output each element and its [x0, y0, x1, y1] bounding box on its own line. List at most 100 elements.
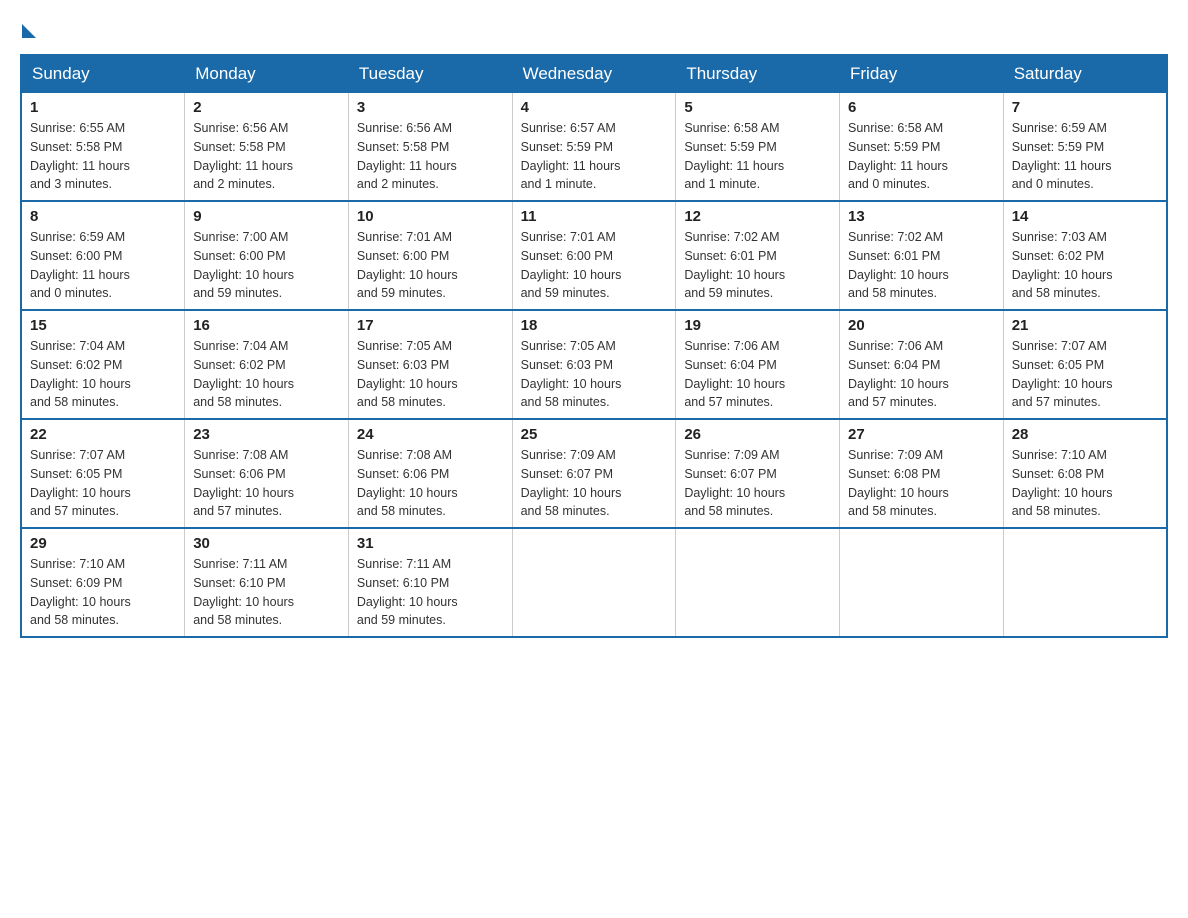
calendar-cell: 27 Sunrise: 7:09 AMSunset: 6:08 PMDayligh… — [840, 419, 1004, 528]
header-sunday: Sunday — [21, 55, 185, 93]
day-info: Sunrise: 7:07 AMSunset: 6:05 PMDaylight:… — [1012, 337, 1158, 412]
day-info: Sunrise: 7:05 AMSunset: 6:03 PMDaylight:… — [357, 337, 504, 412]
calendar-cell: 30Sunrise: 7:11 AMSunset: 6:10 PMDayligh… — [185, 528, 349, 637]
calendar-cell: 23 Sunrise: 7:08 AMSunset: 6:06 PMDayligh… — [185, 419, 349, 528]
calendar-cell: 13 Sunrise: 7:02 AMSunset: 6:01 PMDayligh… — [840, 201, 1004, 310]
calendar-cell: 25 Sunrise: 7:09 AMSunset: 6:07 PMDayligh… — [512, 419, 676, 528]
day-info: Sunrise: 6:58 AMSunset: 5:59 PMDaylight:… — [684, 119, 831, 194]
week-row-2: 8 Sunrise: 6:59 AMSunset: 6:00 PMDaylight… — [21, 201, 1167, 310]
day-number: 28 — [1012, 426, 1158, 443]
day-info: Sunrise: 7:09 AMSunset: 6:07 PMDaylight:… — [684, 446, 831, 521]
calendar-cell: 21 Sunrise: 7:07 AMSunset: 6:05 PMDayligh… — [1003, 310, 1167, 419]
day-info: Sunrise: 7:09 AMSunset: 6:07 PMDaylight:… — [521, 446, 668, 521]
day-info: Sunrise: 7:06 AMSunset: 6:04 PMDaylight:… — [848, 337, 995, 412]
page-header — [20, 20, 1168, 34]
day-info: Sunrise: 6:59 AMSunset: 6:00 PMDaylight:… — [30, 228, 176, 303]
calendar-body: 1 Sunrise: 6:55 AMSunset: 5:58 PMDaylight… — [21, 93, 1167, 638]
day-number: 13 — [848, 208, 995, 225]
header-saturday: Saturday — [1003, 55, 1167, 93]
day-info: Sunrise: 6:56 AMSunset: 5:58 PMDaylight:… — [193, 119, 340, 194]
day-info: Sunrise: 7:10 AMSunset: 6:08 PMDaylight:… — [1012, 446, 1158, 521]
day-number: 16 — [193, 317, 340, 334]
header-tuesday: Tuesday — [348, 55, 512, 93]
calendar-cell: 3Sunrise: 6:56 AMSunset: 5:58 PMDaylight… — [348, 93, 512, 202]
calendar-cell: 22Sunrise: 7:07 AMSunset: 6:05 PMDayligh… — [21, 419, 185, 528]
day-number: 9 — [193, 208, 340, 225]
week-row-3: 15 Sunrise: 7:04 AMSunset: 6:02 PMDayligh… — [21, 310, 1167, 419]
day-number: 1 — [30, 99, 176, 116]
day-number: 8 — [30, 208, 176, 225]
day-info: Sunrise: 7:04 AMSunset: 6:02 PMDaylight:… — [30, 337, 176, 412]
day-info: Sunrise: 7:10 AMSunset: 6:09 PMDaylight:… — [30, 555, 176, 630]
day-number: 5 — [684, 99, 831, 116]
day-number: 7 — [1012, 99, 1158, 116]
calendar-cell: 1 Sunrise: 6:55 AMSunset: 5:58 PMDaylight… — [21, 93, 185, 202]
calendar-cell: 8 Sunrise: 6:59 AMSunset: 6:00 PMDaylight… — [21, 201, 185, 310]
calendar-cell: 20 Sunrise: 7:06 AMSunset: 6:04 PMDayligh… — [840, 310, 1004, 419]
calendar-cell: 15 Sunrise: 7:04 AMSunset: 6:02 PMDayligh… — [21, 310, 185, 419]
logo — [20, 20, 36, 34]
day-number: 3 — [357, 99, 504, 116]
calendar-table: SundayMondayTuesdayWednesdayThursdayFrid… — [20, 54, 1168, 638]
day-info: Sunrise: 7:06 AMSunset: 6:04 PMDaylight:… — [684, 337, 831, 412]
calendar-cell — [1003, 528, 1167, 637]
day-number: 31 — [357, 535, 504, 552]
logo-triangle-icon — [22, 24, 36, 38]
day-info: Sunrise: 6:59 AMSunset: 5:59 PMDaylight:… — [1012, 119, 1158, 194]
calendar-cell — [676, 528, 840, 637]
calendar-cell: 7 Sunrise: 6:59 AMSunset: 5:59 PMDaylight… — [1003, 93, 1167, 202]
week-row-5: 29Sunrise: 7:10 AMSunset: 6:09 PMDayligh… — [21, 528, 1167, 637]
calendar-cell: 28 Sunrise: 7:10 AMSunset: 6:08 PMDayligh… — [1003, 419, 1167, 528]
day-number: 19 — [684, 317, 831, 334]
calendar-cell: 18Sunrise: 7:05 AMSunset: 6:03 PMDayligh… — [512, 310, 676, 419]
day-info: Sunrise: 6:55 AMSunset: 5:58 PMDaylight:… — [30, 119, 176, 194]
calendar-cell: 10Sunrise: 7:01 AMSunset: 6:00 PMDayligh… — [348, 201, 512, 310]
calendar-cell — [840, 528, 1004, 637]
header-row: SundayMondayTuesdayWednesdayThursdayFrid… — [21, 55, 1167, 93]
day-info: Sunrise: 7:00 AMSunset: 6:00 PMDaylight:… — [193, 228, 340, 303]
week-row-4: 22Sunrise: 7:07 AMSunset: 6:05 PMDayligh… — [21, 419, 1167, 528]
calendar-header: SundayMondayTuesdayWednesdayThursdayFrid… — [21, 55, 1167, 93]
day-number: 21 — [1012, 317, 1158, 334]
day-number: 24 — [357, 426, 504, 443]
day-info: Sunrise: 7:11 AMSunset: 6:10 PMDaylight:… — [193, 555, 340, 630]
day-info: Sunrise: 6:57 AMSunset: 5:59 PMDaylight:… — [521, 119, 668, 194]
day-number: 26 — [684, 426, 831, 443]
header-friday: Friday — [840, 55, 1004, 93]
calendar-cell: 4 Sunrise: 6:57 AMSunset: 5:59 PMDaylight… — [512, 93, 676, 202]
calendar-cell: 17Sunrise: 7:05 AMSunset: 6:03 PMDayligh… — [348, 310, 512, 419]
day-number: 22 — [30, 426, 176, 443]
day-number: 11 — [521, 208, 668, 225]
calendar-cell — [512, 528, 676, 637]
calendar-cell: 6 Sunrise: 6:58 AMSunset: 5:59 PMDaylight… — [840, 93, 1004, 202]
day-number: 18 — [521, 317, 668, 334]
calendar-cell: 24 Sunrise: 7:08 AMSunset: 6:06 PMDayligh… — [348, 419, 512, 528]
calendar-cell: 19 Sunrise: 7:06 AMSunset: 6:04 PMDayligh… — [676, 310, 840, 419]
day-info: Sunrise: 6:58 AMSunset: 5:59 PMDaylight:… — [848, 119, 995, 194]
header-monday: Monday — [185, 55, 349, 93]
calendar-cell: 11 Sunrise: 7:01 AMSunset: 6:00 PMDayligh… — [512, 201, 676, 310]
day-info: Sunrise: 7:04 AMSunset: 6:02 PMDaylight:… — [193, 337, 340, 412]
calendar-cell: 14Sunrise: 7:03 AMSunset: 6:02 PMDayligh… — [1003, 201, 1167, 310]
day-info: Sunrise: 7:11 AMSunset: 6:10 PMDaylight:… — [357, 555, 504, 630]
day-number: 25 — [521, 426, 668, 443]
day-info: Sunrise: 7:02 AMSunset: 6:01 PMDaylight:… — [684, 228, 831, 303]
calendar-cell: 9 Sunrise: 7:00 AMSunset: 6:00 PMDaylight… — [185, 201, 349, 310]
day-info: Sunrise: 7:08 AMSunset: 6:06 PMDaylight:… — [357, 446, 504, 521]
day-number: 20 — [848, 317, 995, 334]
day-info: Sunrise: 7:01 AMSunset: 6:00 PMDaylight:… — [521, 228, 668, 303]
day-number: 4 — [521, 99, 668, 116]
calendar-cell: 16 Sunrise: 7:04 AMSunset: 6:02 PMDayligh… — [185, 310, 349, 419]
day-info: Sunrise: 7:08 AMSunset: 6:06 PMDaylight:… — [193, 446, 340, 521]
day-info: Sunrise: 7:09 AMSunset: 6:08 PMDaylight:… — [848, 446, 995, 521]
day-info: Sunrise: 7:01 AMSunset: 6:00 PMDaylight:… — [357, 228, 504, 303]
day-number: 15 — [30, 317, 176, 334]
day-number: 23 — [193, 426, 340, 443]
calendar-cell: 12 Sunrise: 7:02 AMSunset: 6:01 PMDayligh… — [676, 201, 840, 310]
day-number: 27 — [848, 426, 995, 443]
calendar-cell: 2Sunrise: 6:56 AMSunset: 5:58 PMDaylight… — [185, 93, 349, 202]
day-number: 12 — [684, 208, 831, 225]
day-info: Sunrise: 7:02 AMSunset: 6:01 PMDaylight:… — [848, 228, 995, 303]
day-number: 6 — [848, 99, 995, 116]
day-number: 14 — [1012, 208, 1158, 225]
